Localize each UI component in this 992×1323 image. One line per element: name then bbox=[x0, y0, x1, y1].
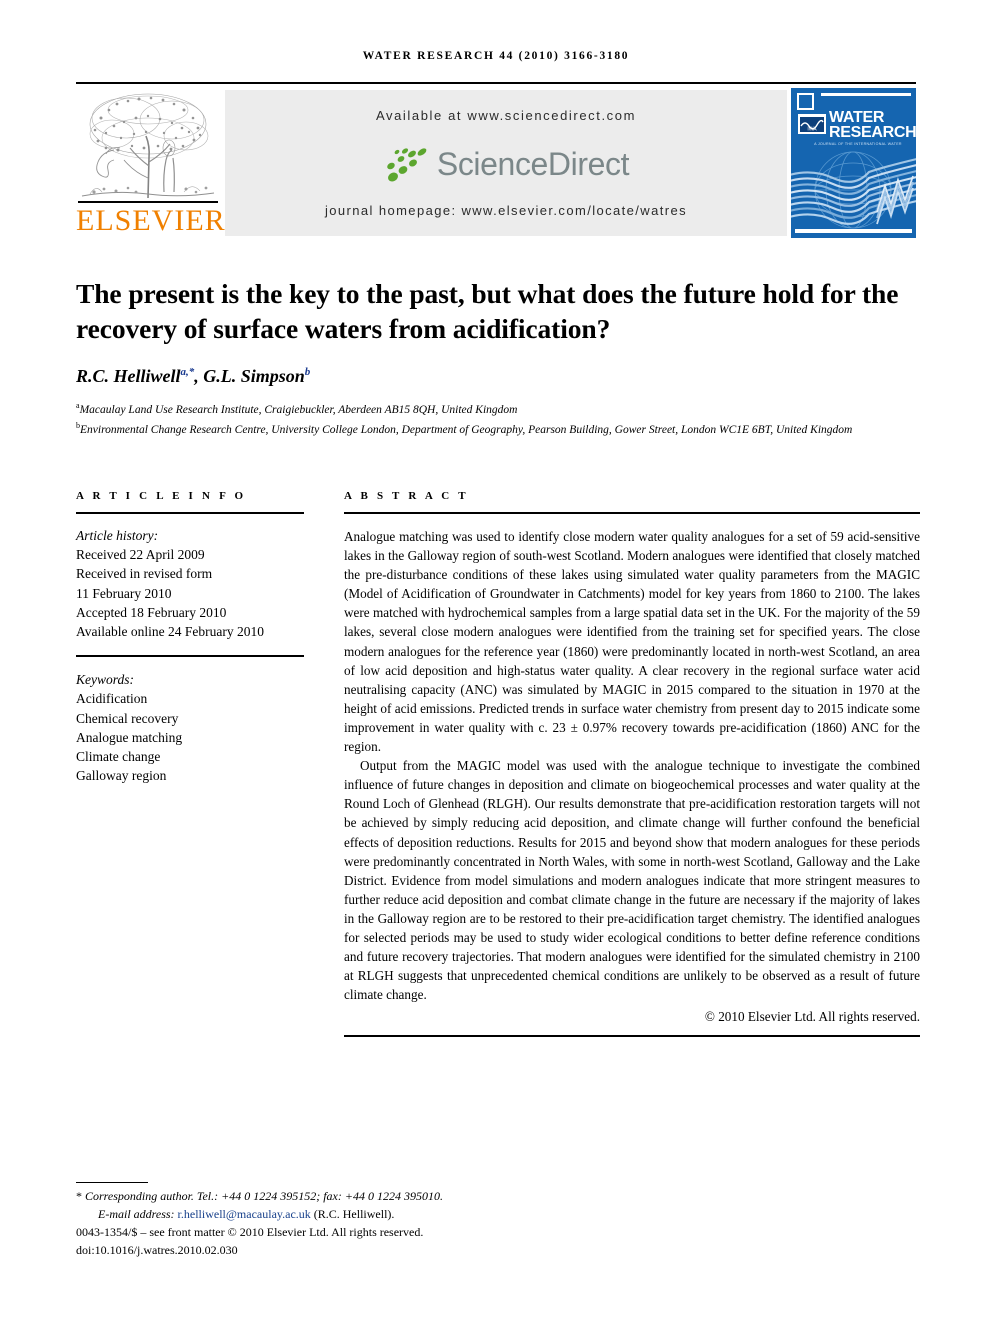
asterisk-icon: * bbox=[76, 1189, 82, 1203]
keyword-item-4: Galloway region bbox=[76, 768, 167, 784]
svg-text:IWA: IWA bbox=[807, 126, 817, 132]
history-item-2: 11 February 2010 bbox=[76, 585, 172, 601]
cover-bottom-rule bbox=[795, 229, 912, 233]
author-list: R.C. Helliwella,*, G.L. Simpsonb bbox=[76, 366, 921, 387]
cover-title: WATER RESEARCH bbox=[829, 110, 916, 141]
journal-cover-thumbnail: IWA WATER RESEARCH A Journal of the Inte… bbox=[791, 88, 916, 238]
keywords-label: Keywords: bbox=[76, 672, 134, 688]
cover-title-line2: RESEARCH bbox=[829, 124, 916, 141]
cover-globe-wave-artwork bbox=[791, 146, 916, 231]
sciencedirect-logo: ScienceDirect bbox=[225, 140, 787, 188]
running-head: Water research 44 (2010) 3166-3180 bbox=[362, 50, 630, 62]
abstract-paragraph-1: Analogue matching was used to identify c… bbox=[344, 529, 920, 755]
affiliations: aMacaulay Land Use Research Institute, C… bbox=[76, 398, 921, 438]
email-link[interactable]: r.helliwell@macaulay.ac.uk bbox=[178, 1207, 311, 1221]
author-name-1: R.C. Helliwell bbox=[76, 366, 181, 386]
email-owner: (R.C. Helliwell). bbox=[313, 1206, 395, 1221]
abstract-copyright: © 2010 Elsevier Ltd. All rights reserved… bbox=[704, 1009, 920, 1025]
article-info-divider bbox=[76, 512, 304, 514]
abstract-bottom-divider bbox=[344, 1035, 920, 1038]
footnotes: * Corresponding author. Tel.: +44 0 1224… bbox=[76, 1188, 636, 1259]
history-item-4: Available online 24 February 2010 bbox=[76, 624, 264, 640]
article-info-column: A R T I C L E I N F O Article history: R… bbox=[76, 490, 306, 785]
keyword-item-0: Acidification bbox=[76, 691, 148, 707]
author-marks-1: a,* bbox=[180, 366, 195, 378]
corresponding-author-note: * Corresponding author. Tel.: +44 0 1224… bbox=[76, 1188, 636, 1206]
corresponding-author-text: Corresponding author. Tel.: +44 0 1224 3… bbox=[85, 1189, 443, 1203]
history-item-0: Received 22 April 2009 bbox=[76, 547, 205, 563]
journal-article-first-page: Water research 44 (2010) 3166-3180 bbox=[0, 0, 992, 1323]
sciencedirect-panel: Available at www.sciencedirect.com Scien… bbox=[225, 90, 787, 236]
author-separator: , bbox=[194, 366, 204, 386]
affiliation-text-a: Macaulay Land Use Research Institute, Cr… bbox=[79, 403, 518, 416]
keyword-item-3: Climate change bbox=[76, 749, 161, 765]
email-note: E-mail address: r.helliwell@macaulay.ac.… bbox=[76, 1206, 636, 1224]
page-title: The present is the key to the past, but … bbox=[76, 278, 899, 345]
abstract-paragraph-2: Output from the MAGIC model was used wit… bbox=[344, 758, 920, 1003]
masthead: ELSEVIER Available at www.sciencedirect.… bbox=[76, 88, 916, 238]
abstract-body: Analogue matching was used to identify c… bbox=[344, 527, 920, 1004]
abstract-divider bbox=[344, 512, 920, 514]
header-divider bbox=[76, 82, 916, 84]
keywords-block: Keywords: Acidification Chemical recover… bbox=[76, 670, 306, 785]
available-at-text: Available at www.sciencedirect.com bbox=[375, 108, 637, 123]
author-name-2: G.L. Simpson bbox=[203, 366, 305, 386]
keyword-item-1: Chemical recovery bbox=[76, 710, 179, 726]
article-history-label: Article history: bbox=[76, 528, 159, 543]
elsevier-logo-rule bbox=[78, 201, 218, 203]
affiliation-b: bEnvironmental Change Research Centre, U… bbox=[76, 418, 921, 438]
keywords-divider bbox=[76, 655, 304, 658]
journal-homepage-text: journal homepage: www.elsevier.com/locat… bbox=[324, 203, 687, 218]
article-history: Article history: Received 22 April 2009 … bbox=[76, 526, 306, 641]
abstract-column: A B S T R A C T Analogue matching was us… bbox=[344, 490, 920, 1038]
issn-line: 0043-1354/$ – see front matter © 2010 El… bbox=[76, 1225, 424, 1239]
sciencedirect-leaf-icon bbox=[387, 148, 427, 182]
sciencedirect-wordmark: ScienceDirect bbox=[436, 145, 630, 182]
elsevier-wordmark: ELSEVIER bbox=[76, 204, 226, 237]
iwa-logo-icon: IWA bbox=[798, 114, 826, 134]
cover-corner-badge bbox=[797, 93, 814, 110]
doi-line: doi:10.1016/j.watres.2010.02.030 bbox=[76, 1242, 238, 1257]
email-label: E-mail address: bbox=[98, 1206, 175, 1221]
history-item-3: Accepted 18 February 2010 bbox=[76, 604, 227, 620]
keyword-item-2: Analogue matching bbox=[76, 729, 183, 745]
author-marks-2: b bbox=[304, 366, 311, 378]
footnote-rule bbox=[76, 1182, 148, 1183]
history-item-1: Received in revised form bbox=[76, 566, 213, 582]
cover-top-rule bbox=[821, 93, 911, 96]
affiliation-text-b: Environmental Change Research Centre, Un… bbox=[80, 423, 853, 436]
elsevier-tree-logo: ELSEVIER bbox=[76, 88, 226, 238]
article-info-heading: A R T I C L E I N F O bbox=[76, 490, 247, 502]
affiliation-a: aMacaulay Land Use Research Institute, C… bbox=[76, 398, 921, 418]
abstract-heading: A B S T R A C T bbox=[344, 490, 469, 502]
